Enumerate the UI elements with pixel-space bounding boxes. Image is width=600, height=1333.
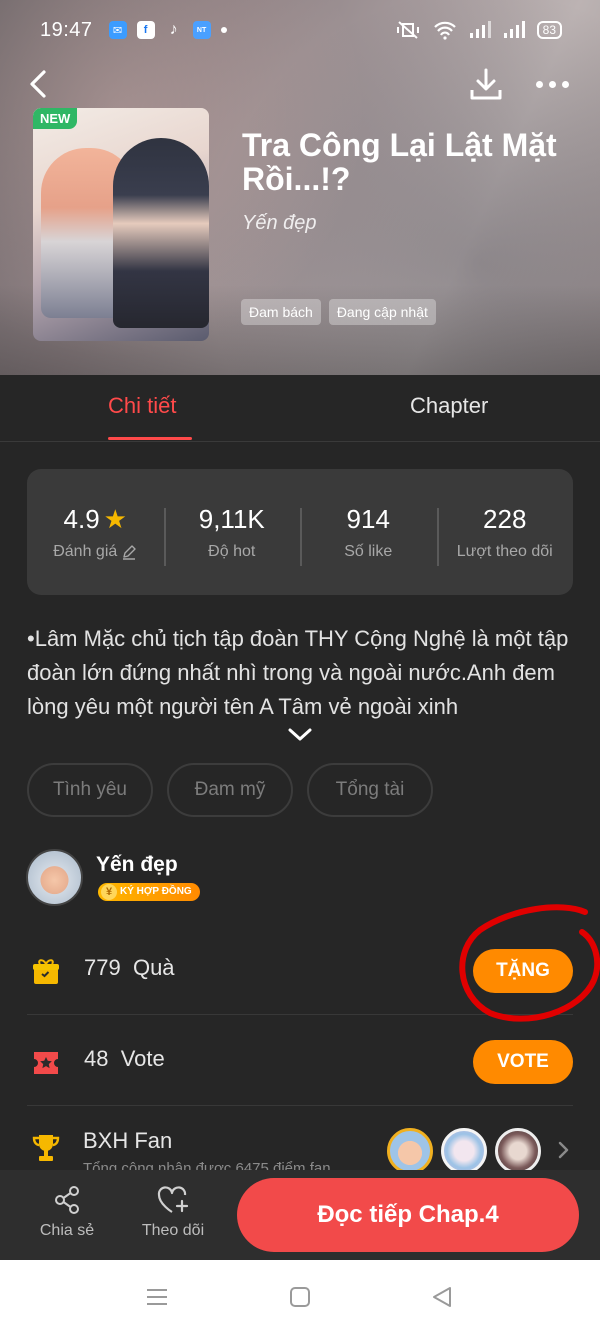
- menu-icon[interactable]: [145, 1286, 169, 1308]
- fan-avatar: [387, 1128, 433, 1170]
- contract-badge: KÝ HỢP ĐỒNG: [98, 883, 200, 901]
- status-right: 83: [395, 20, 562, 40]
- wifi-icon: [433, 21, 456, 40]
- book-title: Tra Công Lại Lật Mặt Rồi...!?: [242, 127, 557, 197]
- new-badge: NEW: [33, 108, 78, 129]
- vote-button[interactable]: VOTE: [473, 1040, 573, 1084]
- noveltoon-icon: NT: [192, 21, 211, 39]
- tiktok-icon: ♪: [169, 21, 178, 38]
- signal-icon-2: [503, 21, 525, 38]
- trophy-icon: [32, 1135, 60, 1161]
- stat-followers: 228 Lượt theo dõi: [436, 503, 574, 566]
- expand-chevron-icon[interactable]: [286, 724, 314, 744]
- battery-indicator: 83: [536, 21, 562, 39]
- back-triangle-icon[interactable]: [430, 1286, 454, 1308]
- gift-count-text: 779 Quà: [84, 955, 175, 981]
- rating-value: 4.9: [63, 503, 100, 534]
- stat-likes: 914 Số like: [300, 503, 437, 566]
- gift-row: 779 Quà TẶNG: [27, 925, 573, 1015]
- fan-avatar: [495, 1128, 541, 1170]
- followers-label: Lượt theo dõi: [456, 542, 553, 560]
- messenger-icon: ✉: [108, 21, 127, 39]
- facebook-icon: f: [136, 21, 155, 39]
- signal-icon: [469, 21, 491, 38]
- tag-status: Đang cập nhật: [328, 299, 436, 325]
- genre-chip[interactable]: Tổng tài: [307, 763, 433, 817]
- tab-bar: Chi tiết Chapter: [0, 375, 600, 442]
- fan-ranking-row[interactable]: BXH Fan Tổng cộng nhận được 6475 điểm fa…: [27, 1110, 573, 1170]
- gift-count: 779: [84, 955, 121, 980]
- status-app-icons: ✉ f ♪ NT: [108, 21, 227, 39]
- fan-avatars: [387, 1128, 541, 1170]
- vote-label: Vote: [120, 1046, 165, 1071]
- book-author: Yến đẹp: [242, 212, 317, 234]
- genre-chips: Tình yêu Đam mỹ Tổng tài: [27, 763, 433, 817]
- gift-button[interactable]: TẶNG: [473, 949, 573, 993]
- share-icon: [55, 1186, 79, 1214]
- book-description: •Lâm Mặc chủ tịch tập đoàn THY Cộng Nghệ…: [27, 626, 569, 719]
- share-button[interactable]: Chia sẻ: [22, 1184, 112, 1240]
- follow-label: Theo dõi: [141, 1222, 205, 1239]
- stats-panel: 4.9 ★ Đánh giá 9,11K Độ hot 914 Số like 2…: [27, 469, 573, 595]
- gift-label: Quà: [132, 955, 175, 980]
- tab-chapter[interactable]: Chapter: [410, 393, 488, 419]
- download-icon[interactable]: [468, 66, 504, 102]
- heart-plus-icon: [157, 1186, 189, 1213]
- hot-label: Độ hot: [208, 542, 256, 560]
- book-cover[interactable]: NEW: [33, 108, 209, 341]
- status-time: 19:47: [40, 18, 93, 41]
- star-icon: ★: [103, 504, 127, 534]
- vote-row: 48 Vote VOTE: [27, 1016, 573, 1106]
- bottom-action-bar: Chia sẻ Theo dõi Đọc tiếp Chap.4: [0, 1170, 600, 1260]
- likes-label: Số like: [344, 542, 393, 560]
- notification-dot: [220, 27, 227, 33]
- cover-figure-right: [113, 138, 209, 328]
- edit-pencil-icon: [123, 544, 136, 560]
- gift-icon: [33, 959, 59, 984]
- chevron-right-icon: [558, 1141, 569, 1159]
- stat-hot: 9,11K Độ hot: [163, 503, 301, 566]
- author-profile[interactable]: Yến đẹp KÝ HỢP ĐỒNG: [26, 849, 574, 909]
- more-options-button[interactable]: [530, 68, 574, 100]
- back-arrow-icon[interactable]: [24, 66, 56, 102]
- tag-category: Đam bách: [241, 299, 321, 325]
- genre-chip[interactable]: Đam mỹ: [167, 763, 293, 817]
- likes-value: 914: [346, 503, 390, 534]
- tab-details[interactable]: Chi tiết: [108, 393, 176, 419]
- fan-avatar: [441, 1128, 487, 1170]
- stat-rating[interactable]: 4.9 ★ Đánh giá: [27, 504, 164, 561]
- vote-count: 48: [84, 1046, 109, 1071]
- top-actions: [0, 64, 600, 104]
- status-bar: 19:47 ✉ f ♪ NT 83: [0, 0, 600, 60]
- fan-ranking-title: BXH Fan: [83, 1128, 173, 1153]
- followers-value: 228: [483, 503, 527, 534]
- genre-chip[interactable]: Tình yêu: [27, 763, 153, 817]
- fan-ranking-subtitle: Tổng cộng nhận được 6475 điểm fan: [83, 1160, 331, 1170]
- continue-reading-button[interactable]: Đọc tiếp Chap.4: [237, 1178, 579, 1252]
- vote-count-text: 48 Vote: [84, 1046, 165, 1072]
- mute-vibrate-icon: [396, 21, 419, 39]
- follow-button[interactable]: Theo dõi: [128, 1184, 218, 1240]
- share-label: Chia sẻ: [39, 1222, 95, 1239]
- author-name: Yến đẹp: [96, 853, 178, 876]
- author-avatar[interactable]: [26, 849, 83, 906]
- rating-label: Đánh giá: [53, 542, 118, 560]
- header-tags: Đam bách Đang cập nhật: [241, 299, 436, 325]
- system-navigation-bar: [0, 1260, 600, 1333]
- tab-active-indicator: [108, 437, 192, 440]
- hot-value: 9,11K: [198, 503, 265, 534]
- vote-ticket-icon: [34, 1052, 58, 1074]
- home-square-icon[interactable]: [288, 1286, 312, 1308]
